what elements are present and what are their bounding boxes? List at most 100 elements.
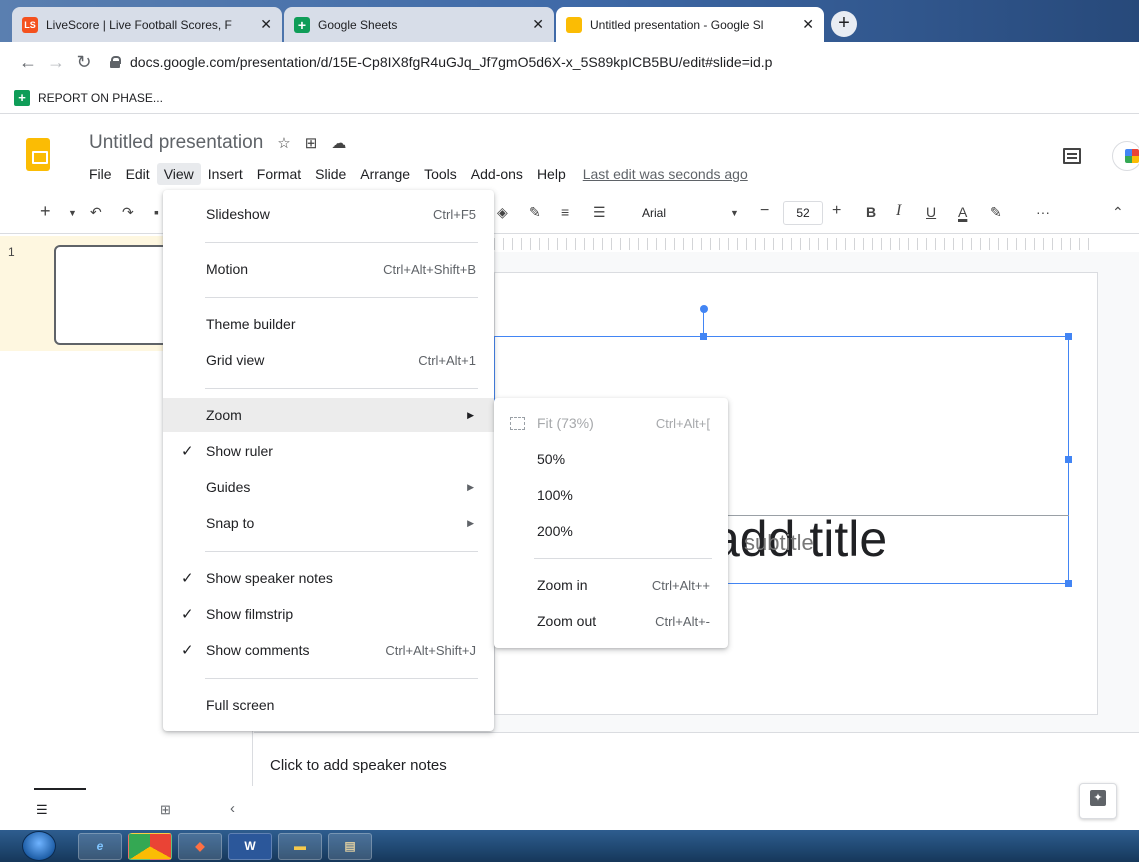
menu-item-label: 200%: [537, 523, 573, 539]
border-weight-icon[interactable]: ≡: [561, 204, 569, 220]
back-icon[interactable]: ←: [14, 52, 42, 73]
close-tab-icon[interactable]: ✕: [260, 16, 272, 33]
menu-item-theme-builder[interactable]: Theme builder: [163, 307, 494, 341]
menu-format[interactable]: Format: [250, 163, 308, 185]
file-explorer-icon[interactable]: ▬: [278, 833, 322, 860]
menu-item-zoom-100[interactable]: 100%: [494, 478, 728, 512]
subtitle-placeholder[interactable]: subtitle: [744, 530, 814, 556]
menu-item-motion[interactable]: Motion Ctrl+Alt+Shift+B: [163, 252, 494, 286]
resize-handle[interactable]: [1065, 456, 1072, 463]
browser-toolbar: ← → ↻ docs.google.com/presentation/d/15E…: [0, 42, 1139, 82]
new-tab-button[interactable]: +: [831, 11, 857, 37]
more-icon[interactable]: ···: [1036, 204, 1050, 220]
menu-arrange[interactable]: Arrange: [353, 163, 417, 185]
menu-view[interactable]: View: [156, 163, 201, 185]
app-icon[interactable]: ◆: [178, 833, 222, 860]
menu-item-show-ruler[interactable]: ✓ Show ruler: [163, 434, 494, 468]
internet-explorer-icon[interactable]: e: [78, 833, 122, 860]
new-slide-icon[interactable]: +: [40, 201, 51, 222]
meet-icon[interactable]: [1112, 141, 1139, 171]
new-slide-dropdown-icon[interactable]: ▼: [68, 208, 77, 218]
menu-item-fit[interactable]: Fit (73%) Ctrl+Alt+[: [494, 406, 728, 440]
checkmark-icon: ✓: [181, 642, 194, 659]
cloud-status-icon[interactable]: ☁: [331, 134, 346, 152]
star-icon[interactable]: ☆: [277, 134, 290, 152]
windows-start-icon[interactable]: [22, 831, 56, 861]
font-dropdown-icon[interactable]: ▼: [730, 208, 739, 218]
slides-logo-icon[interactable]: [26, 138, 50, 171]
fill-color-icon[interactable]: ◈: [497, 204, 508, 221]
close-tab-icon[interactable]: ✕: [532, 16, 544, 33]
collapse-toolbar-icon[interactable]: ⌃: [1112, 204, 1124, 221]
highlight-color-icon[interactable]: ✎: [990, 204, 1002, 221]
grid-view-icon[interactable]: ⊞: [160, 802, 171, 818]
menu-tools[interactable]: Tools: [417, 163, 464, 185]
menu-item-zoom[interactable]: Zoom ▶: [163, 398, 494, 432]
font-family-select[interactable]: Arial: [642, 206, 666, 220]
menu-item-label: Guides: [206, 479, 251, 495]
paint-format-icon[interactable]: ▪: [154, 204, 159, 220]
tab-livescore[interactable]: LS LiveScore | Live Football Scores, F ✕: [12, 7, 282, 42]
tab-untitled-presentation[interactable]: Untitled presentation - Google Sl ✕: [556, 7, 824, 42]
speaker-notes-placeholder: Click to add speaker notes: [270, 757, 447, 774]
chrome-icon[interactable]: [128, 833, 172, 860]
menu-help[interactable]: Help: [530, 163, 573, 185]
menu-insert[interactable]: Insert: [201, 163, 250, 185]
comments-icon[interactable]: [1063, 148, 1081, 164]
border-color-icon[interactable]: ✎: [529, 204, 541, 221]
menu-item-slideshow[interactable]: Slideshow Ctrl+F5: [163, 197, 494, 231]
resize-handle[interactable]: [1065, 333, 1072, 340]
explore-button[interactable]: [1079, 783, 1117, 819]
decrease-font-size-icon[interactable]: −: [760, 202, 769, 220]
menu-item-label: Zoom out: [537, 613, 597, 629]
menu-item-zoom-200[interactable]: 200%: [494, 514, 728, 548]
font-size-input[interactable]: 52: [783, 201, 823, 225]
menu-item-guides[interactable]: Guides ▶: [163, 470, 494, 504]
menu-add-ons[interactable]: Add-ons: [464, 163, 530, 185]
menu-item-show-comments[interactable]: ✓ Show comments Ctrl+Alt+Shift+J: [163, 633, 494, 667]
resize-handle[interactable]: [1065, 580, 1072, 587]
tab-google-sheets[interactable]: + Google Sheets ✕: [284, 7, 554, 42]
speaker-notes[interactable]: Click to add speaker notes: [254, 732, 1139, 786]
last-edit-link[interactable]: Last edit was seconds ago: [583, 166, 748, 182]
taskbar-app-icon[interactable]: ▤: [328, 833, 372, 860]
move-folder-icon[interactable]: ⊞: [305, 134, 318, 152]
horizontal-ruler: [494, 238, 1094, 250]
menu-item-full-screen[interactable]: Full screen: [163, 688, 494, 722]
menu-edit[interactable]: Edit: [119, 163, 157, 185]
italic-icon[interactable]: I: [896, 202, 901, 220]
word-icon[interactable]: W: [228, 833, 272, 860]
forward-icon[interactable]: →: [42, 52, 70, 73]
menu-item-zoom-in[interactable]: Zoom in Ctrl+Alt++: [494, 568, 728, 602]
submenu-arrow-icon: ▶: [467, 409, 474, 420]
increase-font-size-icon[interactable]: +: [832, 202, 841, 220]
menu-item-snap-to[interactable]: Snap to ▶: [163, 506, 494, 540]
menu-separator: [205, 388, 478, 389]
menu-item-zoom-out[interactable]: Zoom out Ctrl+Alt+-: [494, 604, 728, 638]
menu-item-label: Full screen: [206, 697, 275, 713]
menu-item-show-speaker-notes[interactable]: ✓ Show speaker notes: [163, 561, 494, 595]
border-dash-icon[interactable]: ☰: [593, 204, 606, 221]
menu-item-grid-view[interactable]: Grid view Ctrl+Alt+1: [163, 343, 494, 377]
menu-item-shortcut: Ctrl+F5: [433, 206, 476, 222]
undo-icon[interactable]: ↶: [90, 204, 102, 221]
reload-icon[interactable]: ↻: [70, 52, 98, 73]
bold-icon[interactable]: B: [866, 204, 876, 220]
collapse-filmstrip-icon[interactable]: ‹: [230, 800, 235, 817]
lock-icon: [110, 56, 121, 68]
text-color-icon[interactable]: A: [958, 204, 967, 220]
redo-icon[interactable]: ↷: [122, 204, 134, 221]
underline-icon[interactable]: U: [926, 204, 936, 220]
filmstrip-view-icon[interactable]: ☰: [36, 802, 48, 818]
menu-slide[interactable]: Slide: [308, 163, 353, 185]
document-title[interactable]: Untitled presentation: [89, 132, 263, 154]
menu-item-zoom-50[interactable]: 50%: [494, 442, 728, 476]
close-tab-icon[interactable]: ✕: [802, 16, 814, 33]
menu-item-label: Show comments: [206, 642, 310, 658]
menu-separator: [534, 558, 712, 559]
address-bar[interactable]: docs.google.com/presentation/d/15E-Cp8IX…: [110, 54, 772, 70]
bookmark-report-on-phase[interactable]: REPORT ON PHASE...: [38, 91, 163, 105]
menu-item-show-filmstrip[interactable]: ✓ Show filmstrip: [163, 597, 494, 631]
rotate-handle[interactable]: [700, 305, 708, 313]
menu-file[interactable]: File: [82, 163, 119, 185]
